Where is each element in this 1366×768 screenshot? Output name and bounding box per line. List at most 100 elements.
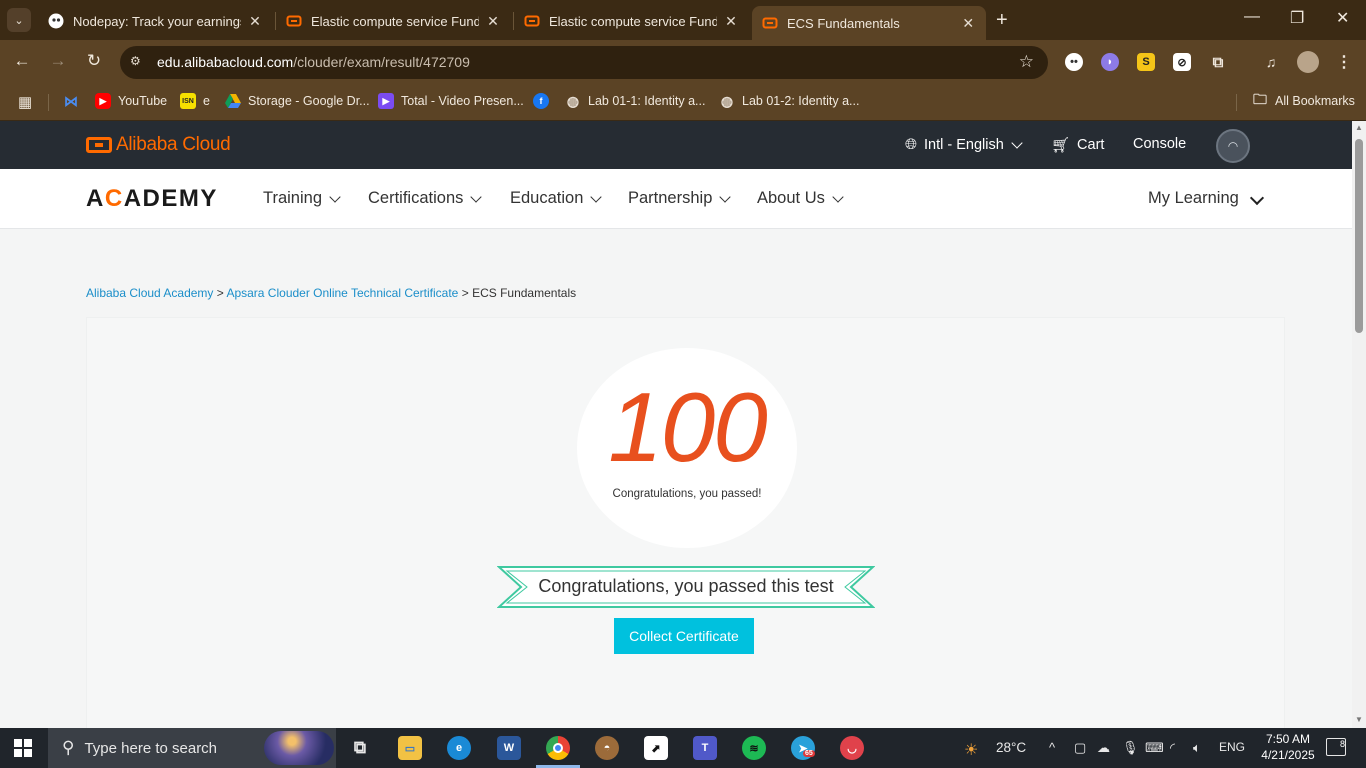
minimize-button[interactable]: — bbox=[1244, 8, 1260, 26]
globe-icon: 🌐︎ bbox=[905, 136, 918, 153]
language-selector[interactable]: 🌐︎ Intl - English bbox=[905, 136, 1023, 153]
weather-icon[interactable]: ☀ bbox=[964, 740, 978, 760]
cart-link[interactable]: 🛒︎ Cart bbox=[1051, 136, 1104, 154]
close-icon[interactable]: ✕ bbox=[485, 13, 501, 30]
tab-search-button[interactable]: ⌄ bbox=[7, 8, 31, 32]
chevron-down-icon bbox=[329, 190, 341, 203]
input-icon[interactable]: ⌨ bbox=[1145, 740, 1164, 756]
close-icon[interactable]: ✕ bbox=[961, 15, 976, 32]
meet-now-icon[interactable]: ▢ bbox=[1074, 740, 1086, 756]
tab-title: ECS Fundamentals bbox=[787, 15, 900, 31]
windows-start-icon[interactable] bbox=[14, 739, 32, 757]
close-icon[interactable]: ✕ bbox=[723, 13, 739, 30]
chevron-down-icon bbox=[590, 190, 603, 203]
academy-logo[interactable]: ACADEMY bbox=[86, 185, 218, 213]
close-icon[interactable]: ✕ bbox=[247, 13, 263, 30]
tab-nodepay[interactable]: Nodepay: Track your earnings ✕ bbox=[38, 6, 273, 36]
alibaba-cloud-icon bbox=[762, 15, 778, 31]
s-extension-icon[interactable]: S bbox=[1137, 53, 1155, 71]
task-view-icon[interactable]: ⧉ bbox=[348, 736, 372, 760]
console-link[interactable]: Console bbox=[1133, 136, 1186, 152]
media-control-icon[interactable]: ♫ bbox=[1262, 53, 1280, 71]
site-settings-icon[interactable]: ⚙ bbox=[130, 54, 146, 70]
bookmark-e-icon: ISN bbox=[180, 93, 196, 109]
tab-ecs-fundamentals[interactable]: ECS Fundamentals ✕ bbox=[752, 6, 986, 40]
clock[interactable]: 7:50 AM 4/21/2025 bbox=[1258, 731, 1318, 763]
file-explorer-icon[interactable]: ▭ bbox=[398, 736, 422, 760]
bookmark-e[interactable]: ISN e bbox=[180, 93, 210, 109]
alibaba-cloud-logo[interactable]: Alibaba Cloud bbox=[86, 134, 231, 156]
nodepay-extension-icon[interactable]: •• bbox=[1065, 53, 1083, 71]
forward-button[interactable]: → bbox=[47, 51, 69, 71]
nav-partnership[interactable]: Partnership bbox=[628, 189, 732, 208]
chrome-icon[interactable] bbox=[546, 736, 570, 760]
volume-icon[interactable]: 🔈︎ bbox=[1193, 740, 1201, 756]
wifi-icon[interactable]: ◜ bbox=[1170, 740, 1175, 756]
reload-button[interactable]: ↻ bbox=[83, 51, 105, 71]
my-learning-menu[interactable]: My Learning bbox=[1148, 189, 1239, 208]
breadcrumb-clouder[interactable]: Apsara Clouder Online Technical Certific… bbox=[226, 286, 458, 300]
nav-certifications[interactable]: Certifications bbox=[368, 189, 483, 208]
nav-about-us[interactable]: About Us bbox=[757, 189, 844, 208]
stock-app-icon[interactable]: ⬈ bbox=[644, 736, 668, 760]
page-scrollbar[interactable]: ▲ ▼ bbox=[1352, 121, 1366, 728]
chevron-down-icon[interactable] bbox=[1249, 190, 1265, 206]
all-bookmarks[interactable]: 🗀 All Bookmarks bbox=[1252, 91, 1355, 109]
grass-extension-icon[interactable]: ⊘ bbox=[1173, 53, 1191, 71]
bookmark-youtube[interactable]: ▶ YouTube bbox=[95, 93, 167, 109]
telegram-icon[interactable]: ➤ 65 bbox=[791, 736, 815, 760]
user-avatar[interactable]: ◠ bbox=[1216, 129, 1250, 163]
window-close-button[interactable]: ✕ bbox=[1336, 8, 1349, 28]
word-icon[interactable]: W bbox=[497, 736, 521, 760]
taskbar-search[interactable]: ⚲ Type here to search bbox=[48, 728, 336, 768]
breadcrumb: Alibaba Cloud Academy > Apsara Clouder O… bbox=[86, 286, 577, 300]
bookmark-star-icon[interactable]: ☆ bbox=[1019, 52, 1034, 72]
spotify-icon[interactable]: ≋ bbox=[742, 736, 766, 760]
breadcrumb-current: ECS Fundamentals bbox=[472, 286, 577, 300]
notification-center-icon[interactable]: 8 bbox=[1326, 738, 1346, 756]
extension-icon[interactable]: ◗ bbox=[1101, 53, 1119, 71]
telegram-badge: 65 bbox=[803, 750, 815, 757]
language-indicator[interactable]: ENG bbox=[1219, 740, 1245, 754]
tab-elastic-compute-1[interactable]: Elastic compute service Fundam ✕ bbox=[276, 6, 511, 36]
new-tab-button[interactable]: + bbox=[996, 9, 1008, 32]
scroll-thumb[interactable] bbox=[1355, 139, 1363, 333]
site-top-bar: Alibaba Cloud 🌐︎ Intl - English 🛒︎ Cart … bbox=[0, 121, 1352, 169]
teams-icon[interactable]: T bbox=[693, 736, 717, 760]
google-drive-icon bbox=[225, 93, 241, 109]
alibaba-cloud-icon bbox=[286, 13, 302, 29]
breadcrumb-academy[interactable]: Alibaba Cloud Academy bbox=[86, 286, 213, 300]
back-button[interactable]: ← bbox=[11, 51, 33, 71]
exam-result-card: 100 Congratulations, you passed! Congrat… bbox=[86, 317, 1285, 728]
app-icon[interactable]: ◡ bbox=[840, 736, 864, 760]
bookmark-facebook[interactable]: f bbox=[533, 93, 556, 109]
scroll-down-arrow-icon[interactable]: ▼ bbox=[1355, 715, 1363, 724]
restore-button[interactable]: ❐ bbox=[1290, 8, 1304, 28]
collect-certificate-button[interactable]: Collect Certificate bbox=[614, 618, 754, 654]
apps-grid-icon[interactable]: ▦ bbox=[18, 93, 32, 111]
app-icon[interactable]: ◓ bbox=[595, 736, 619, 760]
profile-avatar[interactable] bbox=[1297, 51, 1319, 73]
edge-icon[interactable]: e bbox=[447, 736, 471, 760]
bookmark-lab-01-1[interactable]: ◍ Lab 01-1: Identity a... bbox=[565, 93, 706, 109]
show-hidden-icons[interactable]: ^ bbox=[1049, 740, 1055, 755]
nav-education[interactable]: Education bbox=[510, 189, 603, 208]
nav-training[interactable]: Training bbox=[263, 189, 341, 208]
address-bar[interactable]: ⚙ edu.alibabacloud.com/clouder/exam/resu… bbox=[120, 46, 1048, 79]
cloud-icon[interactable]: ☁ bbox=[1097, 740, 1110, 756]
bookmark-lab-01-2[interactable]: ◍ Lab 01-2: Identity a... bbox=[719, 93, 860, 109]
bookmark-video[interactable]: ▶ Total - Video Presen... bbox=[378, 93, 524, 109]
bookmark-mail[interactable]: ⋈ bbox=[63, 93, 86, 109]
chevron-down-icon bbox=[470, 190, 483, 203]
temperature[interactable]: 28°C bbox=[996, 740, 1026, 755]
tab-elastic-compute-2[interactable]: Elastic compute service Fundam ✕ bbox=[514, 6, 749, 36]
academy-nav: ACADEMY Training Certifications Educatio… bbox=[0, 169, 1352, 229]
score-circle: 100 Congratulations, you passed! bbox=[577, 348, 797, 548]
scroll-up-arrow-icon[interactable]: ▲ bbox=[1355, 123, 1363, 132]
exam-score: 100 bbox=[608, 372, 768, 482]
bookmark-google-drive[interactable]: Storage - Google Dr... bbox=[225, 93, 370, 109]
menu-icon[interactable]: ⋮ bbox=[1335, 53, 1353, 71]
microphone-icon[interactable]: 🎙︎ bbox=[1122, 740, 1139, 756]
cart-icon: 🛒︎ bbox=[1051, 137, 1071, 154]
puzzle-icon[interactable]: ⧉ bbox=[1209, 53, 1227, 71]
